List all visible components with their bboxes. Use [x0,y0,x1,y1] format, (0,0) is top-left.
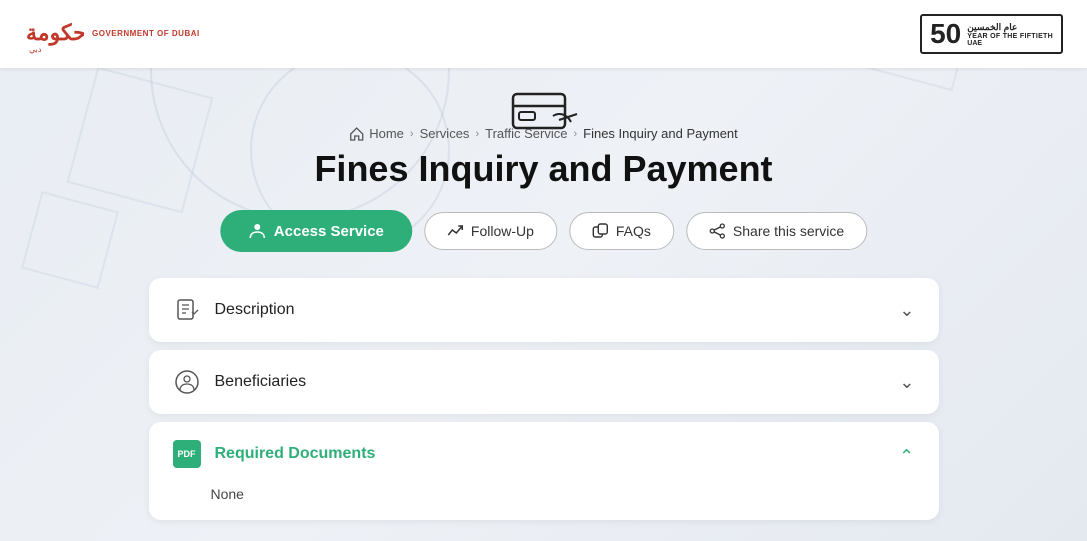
chevron-down-icon-2: ⌄ [899,372,914,393]
accordion-description: Description ⌄ [149,278,939,342]
pdf-icon: PDF [173,440,201,468]
breadcrumb-current: Fines Inquiry and Payment [583,126,738,141]
breadcrumb-home[interactable]: Home [369,126,404,141]
home-icon [349,127,363,141]
page-title: Fines Inquiry and Payment [314,148,772,190]
accordion-description-header[interactable]: Description ⌄ [149,278,939,342]
faq-icon [592,223,608,239]
logo-text: GOVERNMENT OF DUBAI [92,28,200,39]
accordion-area: Description ⌄ Beneficiaries [149,278,939,520]
breadcrumb-traffic[interactable]: Traffic Service [485,126,567,141]
accordion-required-docs-header[interactable]: PDF Required Documents ⌄ [149,422,939,486]
accordion-description-left: Description [173,296,295,324]
description-icon [173,296,201,324]
bg-decoration [21,191,119,289]
access-service-button[interactable]: Access Service [220,210,412,252]
badge-text: عام الخمسين YEAR OF THE FIFTIETH UAE [967,22,1053,47]
accordion-required-docs-left: PDF Required Documents [173,440,376,468]
share-button[interactable]: Share this service [686,212,867,250]
chevron-down-icon: ⌄ [899,300,914,321]
accordion-beneficiaries: Beneficiaries ⌄ [149,350,939,414]
breadcrumb-sep-1: › [410,128,414,140]
breadcrumb-sep-3: › [573,128,577,140]
chevron-up-icon: ⌄ [899,444,914,465]
anniversary-badge: 50 عام الخمسين YEAR OF THE FIFTIETH UAE [920,14,1063,54]
svg-text:حكومة: حكومة [26,20,84,46]
person-icon [248,222,266,240]
site-header: حكومة دبي GOVERNMENT OF DUBAI 50 عام الخ… [0,0,1087,68]
accordion-beneficiaries-label: Beneficiaries [215,373,307,391]
accordion-beneficiaries-header[interactable]: Beneficiaries ⌄ [149,350,939,414]
faqs-button[interactable]: FAQs [569,212,674,250]
action-buttons: Access Service Follow-Up FAQs [220,210,867,252]
badge-year-en: YEAR OF THE FIFTIETH [967,33,1053,40]
breadcrumb: Home › Services › Traffic Service › Fine… [349,126,738,141]
page-background: حكومة دبي GOVERNMENT OF DUBAI 50 عام الخ… [0,0,1087,541]
government-logo-icon: حكومة دبي [24,12,84,56]
trend-icon [447,223,463,239]
accordion-description-label: Description [215,301,295,319]
accordion-required-docs: PDF Required Documents ⌄ None [149,422,939,520]
breadcrumb-sep-2: › [475,128,479,140]
accordion-required-docs-content: None [149,486,939,520]
badge-number: 50 [930,20,961,48]
logo-area: حكومة دبي GOVERNMENT OF DUBAI [24,12,200,56]
beneficiaries-icon [173,368,201,396]
accordion-beneficiaries-left: Beneficiaries [173,368,307,396]
svg-text:دبي: دبي [29,45,42,54]
share-icon [709,223,725,239]
accordion-required-docs-label: Required Documents [215,445,376,463]
breadcrumb-services[interactable]: Services [420,126,470,141]
badge-sub: UAE [967,40,982,47]
followup-button[interactable]: Follow-Up [424,212,557,250]
badge-year-ar: عام الخمسين [967,22,1017,33]
